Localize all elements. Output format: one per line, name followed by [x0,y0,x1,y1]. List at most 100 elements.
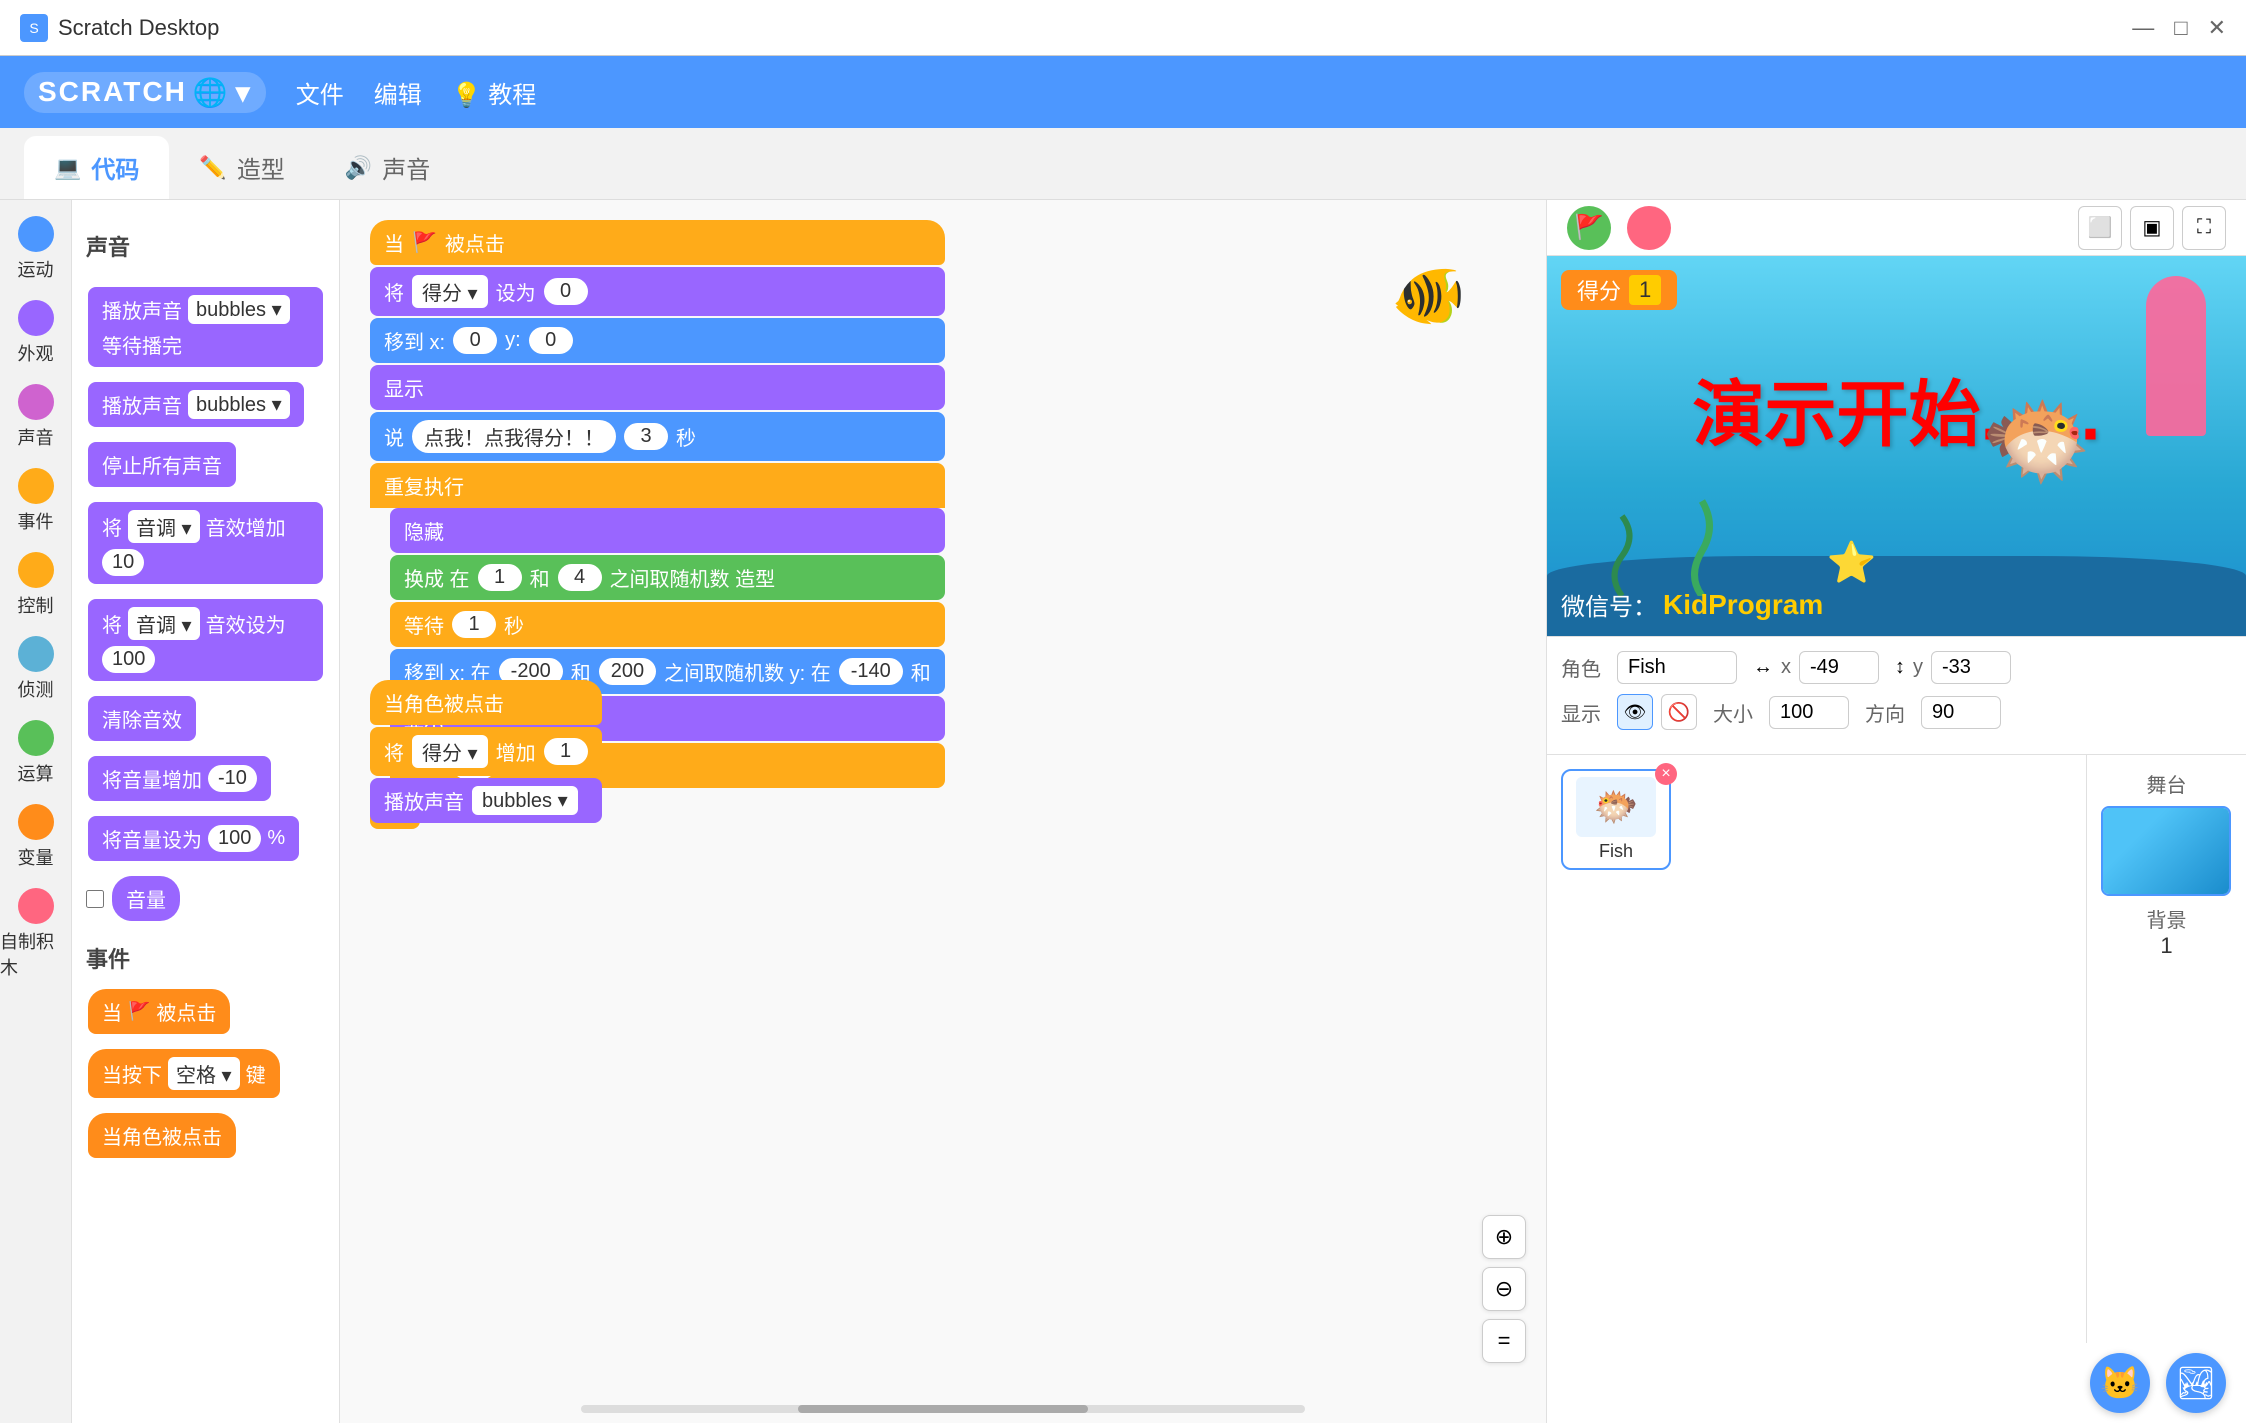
hide-button[interactable]: 🚫 [1661,694,1697,730]
sprite-info-panel: 角色 ↔ x ↕ y 显示 👁 [1547,636,2246,754]
zoom-out-button[interactable]: ⊖ [1482,1267,1526,1311]
medium-stage-button[interactable]: ▣ [2130,206,2174,250]
block-say[interactable]: 说 点我！点我得分！！ 3 秒 [370,412,945,461]
sprite-visibility-row: 显示 👁 🚫 大小 方向 [1561,694,2232,730]
block-set-score[interactable]: 将 得分 ▾ 设为 0 [370,267,945,316]
cat-operators[interactable]: 运算 [18,720,54,786]
sprite-fish-thumb[interactable]: × 🐡 Fish [1561,769,1671,870]
block-show[interactable]: 显示 [370,365,945,410]
window-controls: — □ ✕ [2132,15,2226,41]
cat-control-icon [18,552,54,588]
seaweed-1 [1597,496,1647,596]
add-sprite-button[interactable]: 🐱 [2090,1353,2150,1413]
block-play-sound[interactable]: 播放声音 bubbles ▾ [86,377,325,432]
zoom-reset-icon: = [1498,1328,1511,1354]
show-button[interactable]: 👁 [1617,694,1653,730]
stage-thumb-img [2103,808,2229,894]
sprite-list: × 🐡 Fish [1547,755,2086,1343]
globe-dropdown-icon: ▾ [236,76,252,109]
block-switch-costume[interactable]: 换成 在 1 和 4 之间取随机数 造型 [390,555,945,600]
fullscreen-button[interactable]: ⛶ [2182,206,2226,250]
add-background-button[interactable]: 🏞 [2166,1353,2226,1413]
starfish: ⭐ [1827,539,1877,586]
tab-sounds[interactable]: 🔊 声音 [315,136,460,199]
block-goto-xy[interactable]: 移到 x: 0 y: 0 [370,318,945,363]
zoom-in-button[interactable]: ⊕ [1482,1215,1526,1259]
horizontal-scrollbar[interactable] [581,1405,1305,1413]
scratch-logo[interactable]: SCRATCH 🌐 ▾ [24,72,266,113]
visibility-buttons: 👁 🚫 [1617,694,1697,730]
cat-myblocks[interactable]: 自制积木 [0,888,71,980]
sprite-y-coord: ↕ y [1895,651,2011,684]
block-when-flag-clicked[interactable]: 当 🚩 被点击 [370,220,945,265]
menu-file[interactable]: 文件 [296,75,344,110]
stage-mini-panel: 舞台 背景 1 [2086,755,2246,1343]
block-play-bubbles[interactable]: 播放声音 bubbles ▾ [370,778,602,823]
block-when-sprite-click[interactable]: 当角色被点击 [370,680,602,725]
cat-control[interactable]: 控制 [18,552,54,618]
fish-sprite-code: 🐠 [1391,260,1466,331]
cat-looks[interactable]: 外观 [18,300,54,366]
menu-edit[interactable]: 编辑 [374,75,422,110]
zoom-controls: ⊕ ⊖ = [1482,1215,1526,1363]
green-flag-button[interactable]: 🚩 [1567,206,1611,250]
cat-motion-icon [18,216,54,252]
cat-motion[interactable]: 运动 [18,216,54,282]
cat-events[interactable]: 事件 [18,468,54,534]
volume-checkbox[interactable] [86,890,104,908]
block-when-key[interactable]: 当按下 空格 ▾ 键 [86,1044,325,1103]
block-volume-set[interactable]: 将音量设为 100 % [86,811,325,866]
logo-text: SCRATCH [38,76,187,108]
code-group-2: 当角色被点击 将 得分 ▾ 增加 1 播放声音 bubbles ▾ [370,680,602,823]
block-when-sprite-clicked[interactable]: 当角色被点击 [86,1108,325,1163]
fish-stage-sprite[interactable]: 🐡 [1980,389,2092,494]
stage-thumbnail[interactable] [2101,806,2231,896]
cat-events-icon [18,468,54,504]
sprite-x-input[interactable] [1799,651,1879,684]
block-effect-set[interactable]: 将 音调 ▾ 音效设为 100 [86,594,325,686]
maximize-button[interactable]: □ [2174,15,2187,41]
tab-costumes[interactable]: ✏️ 造型 [169,136,314,199]
minimize-button[interactable]: — [2132,15,2154,41]
block-wait-1[interactable]: 等待 1 秒 [390,602,945,647]
sprite-stage-panel: × 🐡 Fish 舞台 背景 1 [1547,754,2246,1343]
score-value: 1 [1629,275,1661,305]
blocks-list: 声音 播放声音 bubbles ▾ 等待播完 播放声音 bubbles ▾ 停止… [72,200,340,1423]
cat-variables[interactable]: 变量 [18,804,54,870]
sprite-size-input[interactable] [1769,696,1849,729]
sprite-direction-input[interactable] [1921,696,2001,729]
cat-sounds[interactable]: 声音 [18,384,54,450]
block-repeat[interactable]: 重复执行 [370,463,945,508]
block-play-sound-wait[interactable]: 播放声音 bubbles ▾ 等待播完 [86,282,325,372]
score-badge: 得分 1 [1561,270,1677,310]
sprite-name-row: 角色 ↔ x ↕ y [1561,651,2232,684]
small-stage-button[interactable]: ⬜ [2078,206,2122,250]
category-panel: 运动 外观 声音 事件 控制 侦测 [0,200,72,1423]
bg-icon: 🏞 [2176,1364,2217,1402]
zoom-reset-button[interactable]: = [1482,1319,1526,1363]
cat-sensing[interactable]: 侦测 [18,636,54,702]
tab-code[interactable]: 💻 代码 [24,136,169,199]
block-clear-effects[interactable]: 清除音效 [86,691,325,746]
block-effect-increase[interactable]: 将 音调 ▾ 音效增加 10 [86,497,325,589]
sprite-delete-btn[interactable]: × [1655,763,1677,785]
block-stop-sounds[interactable]: 停止所有声音 [86,437,325,492]
block-volume-increase[interactable]: 将音量增加 -10 [86,751,325,806]
block-add-score[interactable]: 将 得分 ▾ 增加 1 [370,727,602,776]
sprite-name-input[interactable] [1617,651,1737,684]
scrollbar-thumb[interactable] [798,1405,1087,1413]
sprite-fish-img: 🐡 [1576,777,1656,837]
cat-looks-icon [18,300,54,336]
zoom-in-icon: ⊕ [1495,1224,1513,1250]
block-volume-reporter[interactable]: 音量 [86,871,325,926]
stop-button[interactable] [1627,206,1671,250]
flag-icon: 🚩 [1574,213,1604,242]
block-hide[interactable]: 隐藏 [390,508,945,553]
menu-tutorial[interactable]: 💡 教程 [452,75,537,110]
stage-controls: 🚩 ⬜ ▣ ⛶ [1547,200,2246,256]
cat-sensing-icon [18,636,54,672]
sprite-y-input[interactable] [1931,651,2011,684]
app-icon: S [20,14,48,42]
block-when-flag[interactable]: 当 🚩 被点击 [86,984,325,1039]
close-button[interactable]: ✕ [2208,15,2226,41]
